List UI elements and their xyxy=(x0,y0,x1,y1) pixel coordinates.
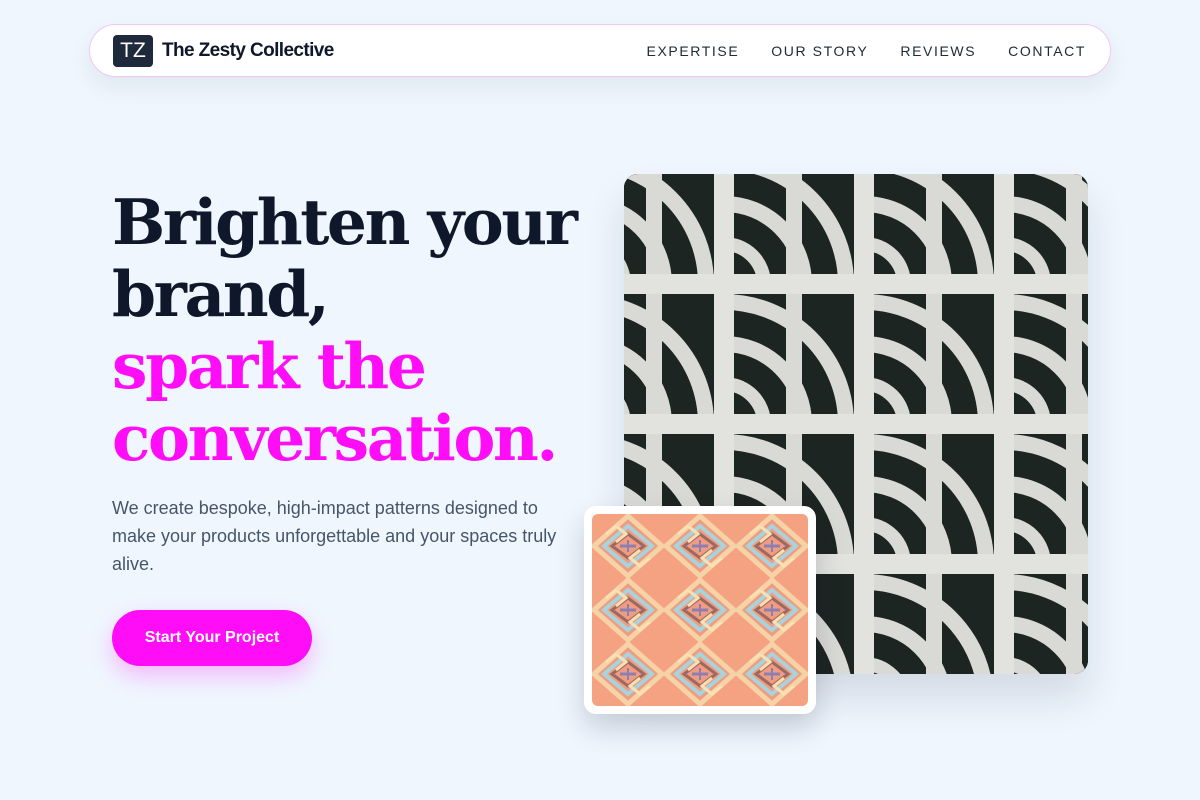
top-navigation: TZ The Zesty Collective EXPERTISE OUR ST… xyxy=(89,24,1111,77)
nav-link-our-story[interactable]: OUR STORY xyxy=(771,43,868,59)
headline-accent-line-2: conversation. xyxy=(112,401,558,475)
pattern-tile-illustration xyxy=(592,514,808,706)
start-project-button[interactable]: Start Your Project xyxy=(112,610,312,666)
headline-line-2: brand, xyxy=(112,257,330,331)
hero-headline: Brighten your brand, spark the conversat… xyxy=(112,186,632,474)
headline-line-1: Brighten your xyxy=(112,185,578,259)
nav-link-expertise[interactable]: EXPERTISE xyxy=(647,43,740,59)
brand-name: The Zesty Collective xyxy=(162,39,334,61)
brand-logo-link[interactable]: TZ The Zesty Collective xyxy=(113,34,334,67)
nav-links: EXPERTISE OUR STORY REVIEWS CONTACT xyxy=(615,43,1086,59)
nav-link-reviews[interactable]: REVIEWS xyxy=(900,43,976,59)
hero-description: We create bespoke, high-impact patterns … xyxy=(112,498,557,574)
headline-accent-line-1: spark the xyxy=(112,329,427,403)
nav-link-contact[interactable]: CONTACT xyxy=(1008,43,1086,59)
logo-mark: TZ xyxy=(113,34,153,67)
pattern-sample-card xyxy=(584,506,816,714)
